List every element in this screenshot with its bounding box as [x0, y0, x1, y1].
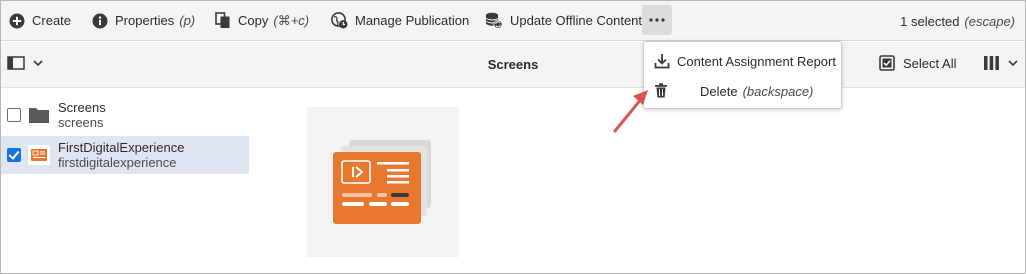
select-all-label: Select All: [903, 55, 957, 71]
more-actions-menu: Content Assignment Report Delete (backspa…: [643, 41, 842, 109]
tree-item-title: Screens: [58, 100, 106, 115]
column-view-icon: [984, 56, 999, 70]
info-icon: [92, 13, 108, 28]
escape-hint[interactable]: (escape): [964, 14, 1015, 29]
view-switcher-button[interactable]: [983, 55, 1018, 71]
plus-circle-icon: [9, 13, 25, 28]
create-button[interactable]: Create: [9, 1, 71, 41]
menu-item-label: Content Assignment Report: [677, 53, 836, 69]
selected-count: 1 selected: [900, 13, 960, 29]
database-sync-icon: [485, 12, 503, 29]
ellipsis-icon: [649, 18, 665, 22]
menu-item-label: Delete (backspace): [700, 84, 813, 99]
update-offline-content-button[interactable]: Update Offline Content: [485, 1, 642, 41]
chevron-down-icon: [1008, 59, 1018, 66]
copy-button[interactable]: Copy (⌘+c): [215, 1, 309, 41]
download-icon: [654, 54, 670, 69]
checkbox[interactable]: [7, 108, 21, 122]
action-bar: Create Properties (p) Copy (⌘+c) Manage …: [1, 1, 1025, 41]
checkbox-checked[interactable]: [7, 148, 21, 162]
tree-item-subtitle: firstdigitalexperience: [58, 155, 177, 170]
copy-shortcut: (⌘+c): [273, 12, 310, 28]
content-assignment-report-menu-item[interactable]: Content Assignment Report: [644, 46, 841, 76]
experience-card[interactable]: [307, 107, 459, 257]
more-actions-button[interactable]: [642, 5, 672, 35]
tree-item-firstdigitalexperience[interactable]: FirstDigitalExperience firstdigitalexper…: [1, 136, 249, 174]
properties-shortcut: (p): [179, 13, 196, 28]
checkbox-checked-icon: [879, 55, 895, 71]
trash-icon: [655, 83, 667, 98]
screens-experience-illustration: [333, 140, 431, 224]
folder-icon: [28, 104, 50, 126]
selection-status: 1 selected (escape): [900, 1, 1015, 41]
tree-item-subtitle: screens: [58, 115, 104, 130]
properties-label: Properties: [115, 13, 175, 28]
select-all-button[interactable]: Select All: [879, 55, 956, 71]
view-bar: Screens Select All: [1, 42, 1025, 88]
delete-shortcut: (backspace): [742, 83, 814, 99]
globe-clock-icon: [331, 12, 348, 29]
app-window: Create Properties (p) Copy (⌘+c) Manage …: [0, 0, 1026, 274]
page-title: Screens: [487, 57, 539, 72]
properties-button[interactable]: Properties (p): [92, 1, 195, 41]
copy-label: Copy: [238, 13, 269, 28]
copy-icon: [215, 12, 230, 28]
create-label: Create: [32, 13, 72, 28]
experience-thumb-icon: [28, 144, 50, 166]
manage-publication-label: Manage Publication: [355, 13, 470, 28]
delete-menu-item[interactable]: Delete (backspace): [644, 76, 841, 106]
tree-item-screens[interactable]: Screens screens: [1, 96, 249, 134]
manage-publication-button[interactable]: Manage Publication: [331, 1, 469, 41]
update-offline-label: Update Offline Content: [510, 13, 643, 28]
delete-label: Delete: [700, 83, 738, 99]
tree-item-title: FirstDigitalExperience: [58, 140, 185, 155]
